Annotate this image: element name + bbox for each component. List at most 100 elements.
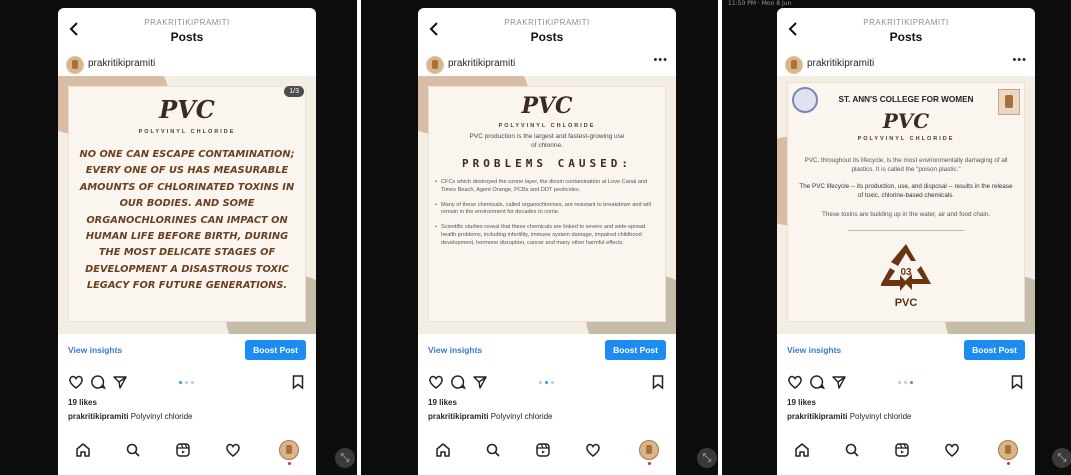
heart-icon[interactable]: [428, 374, 444, 390]
post-author-row: prakritikipramiti: [58, 52, 316, 76]
instagram-post-screen: PRAKRITIKIPRAMITI Posts prakritikipramit…: [418, 8, 676, 475]
posts-header: PRAKRITIKIPRAMITI Posts: [418, 8, 676, 52]
caption-username[interactable]: prakritikipramiti: [787, 412, 847, 421]
college-name: ST. ANN'S COLLEGE FOR WOMEN: [838, 95, 974, 104]
boost-post-button[interactable]: Boost Post: [964, 340, 1025, 360]
pvc-subtitle: POLYVINYL CHLORIDE: [138, 129, 236, 135]
bookmark-icon[interactable]: [290, 374, 306, 390]
share-icon[interactable]: [831, 374, 847, 390]
caption-text: Polyvinyl chloride: [488, 412, 553, 421]
posts-header: PRAKRITIKIPRAMITI Posts: [58, 8, 316, 52]
view-insights-link[interactable]: View insights: [428, 345, 482, 355]
post-caption: prakritikipramiti Polyvinyl chloride: [428, 412, 553, 421]
home-icon[interactable]: [794, 442, 810, 458]
search-icon[interactable]: [125, 442, 141, 458]
instagram-post-screen: PRAKRITIKIPRAMITI Posts prakritikipramit…: [777, 8, 1035, 475]
activity-heart-icon[interactable]: [585, 442, 601, 458]
post-username[interactable]: prakritikipramiti: [807, 58, 874, 69]
list-item: Many of these chemicals, called organoch…: [435, 202, 657, 218]
pvc-subtitle: POLYVINYL CHLORIDE: [857, 136, 955, 142]
notification-dot: [1007, 462, 1010, 465]
notification-dot: [648, 462, 651, 465]
caption-username[interactable]: prakritikipramiti: [428, 412, 488, 421]
list-item: CFCs which destroyed the ozone layer, th…: [435, 179, 657, 195]
post-author-row: prakritikipramiti •••: [777, 52, 1035, 76]
problems-list: CFCs which destroyed the ozone layer, th…: [435, 179, 657, 255]
more-options-icon[interactable]: •••: [1012, 54, 1027, 66]
reels-icon[interactable]: [175, 442, 191, 458]
paragraph: These toxins are building up in the wate…: [821, 211, 991, 218]
page-title: Posts: [530, 30, 564, 44]
boost-post-button[interactable]: Boost Post: [605, 340, 666, 360]
post-quote: NO ONE CAN ESCAPE CONTAMINATION; EVERY O…: [79, 149, 295, 292]
carousel-dots: [179, 381, 195, 385]
share-icon[interactable]: [472, 374, 488, 390]
pvc-title: PVC: [521, 93, 573, 119]
pvc-title: PVC: [159, 95, 215, 124]
header-username: PRAKRITIKIPRAMITI: [863, 18, 949, 27]
insights-row: View insights Boost Post: [58, 336, 316, 366]
intro-text: PVC production is the largest and fastes…: [469, 133, 625, 149]
insights-row: View insights Boost Post: [418, 336, 676, 366]
boost-post-button[interactable]: Boost Post: [245, 340, 306, 360]
reels-icon[interactable]: [535, 442, 551, 458]
carousel-dots: [539, 381, 555, 385]
bottom-nav: [58, 436, 316, 466]
system-status-text: 11:50 PM · Mon 8 Jun: [728, 0, 792, 7]
zoom-toggle-button[interactable]: ⤡: [697, 448, 717, 468]
header-username: PRAKRITIKIPRAMITI: [144, 18, 230, 27]
bookmark-icon[interactable]: [650, 374, 666, 390]
caption-username[interactable]: prakritikipramiti: [68, 412, 128, 421]
posts-header: PRAKRITIKIPRAMITI Posts: [777, 8, 1035, 52]
heart-icon[interactable]: [68, 374, 84, 390]
recycle-label: PVC: [894, 297, 918, 309]
avatar[interactable]: [426, 56, 444, 74]
recycle-code-icon: 03: [881, 244, 931, 291]
post-author-row: prakritikipramiti •••: [418, 52, 676, 76]
search-icon[interactable]: [844, 442, 860, 458]
divider: [848, 230, 964, 231]
post-caption: prakritikipramiti Polyvinyl chloride: [787, 412, 912, 421]
likes-count[interactable]: 19 likes: [68, 398, 97, 407]
instagram-post-screen: PRAKRITIKIPRAMITI Posts prakritikipramit…: [58, 8, 316, 475]
view-insights-link[interactable]: View insights: [68, 345, 122, 355]
pvc-title: PVC: [882, 109, 930, 133]
bookmark-icon[interactable]: [1009, 374, 1025, 390]
zoom-toggle-button[interactable]: ⤡: [335, 448, 355, 468]
recycle-code: 03: [900, 267, 912, 278]
profile-avatar[interactable]: [998, 440, 1018, 460]
avatar[interactable]: [785, 56, 803, 74]
comment-icon[interactable]: [90, 374, 106, 390]
caption-text: Polyvinyl chloride: [847, 412, 912, 421]
reels-icon[interactable]: [894, 442, 910, 458]
avatar[interactable]: [66, 56, 84, 74]
carousel-counter: 1/3: [284, 86, 304, 97]
post-username[interactable]: prakritikipramiti: [88, 58, 155, 69]
profile-avatar[interactable]: [279, 440, 299, 460]
post-image[interactable]: ST. ANN'S COLLEGE FOR WOMEN PVC POLYVINY…: [777, 76, 1035, 334]
notification-dot: [288, 462, 291, 465]
home-icon[interactable]: [435, 442, 451, 458]
more-options-icon[interactable]: •••: [653, 54, 668, 66]
paragraph: The PVC lifecycle -- its production, use…: [799, 183, 1013, 199]
comment-icon[interactable]: [450, 374, 466, 390]
activity-heart-icon[interactable]: [944, 442, 960, 458]
bottom-nav: [418, 436, 676, 466]
section-heading: PROBLEMS CAUSED:: [462, 157, 632, 170]
post-image[interactable]: PVC POLYVINYL CHLORIDE PVC production is…: [418, 76, 676, 334]
profile-avatar[interactable]: [639, 440, 659, 460]
search-icon[interactable]: [485, 442, 501, 458]
post-username[interactable]: prakritikipramiti: [448, 58, 515, 69]
page-title: Posts: [889, 30, 923, 44]
heart-icon[interactable]: [787, 374, 803, 390]
likes-count[interactable]: 19 likes: [787, 398, 816, 407]
comment-icon[interactable]: [809, 374, 825, 390]
post-image[interactable]: PVC POLYVINYL CHLORIDE NO ONE CAN ESCAPE…: [58, 76, 316, 334]
home-icon[interactable]: [75, 442, 91, 458]
zoom-toggle-button[interactable]: ⤡: [1052, 448, 1071, 468]
activity-heart-icon[interactable]: [225, 442, 241, 458]
post-card: PVC POLYVINYL CHLORIDE NO ONE CAN ESCAPE…: [68, 86, 306, 322]
view-insights-link[interactable]: View insights: [787, 345, 841, 355]
likes-count[interactable]: 19 likes: [428, 398, 457, 407]
share-icon[interactable]: [112, 374, 128, 390]
